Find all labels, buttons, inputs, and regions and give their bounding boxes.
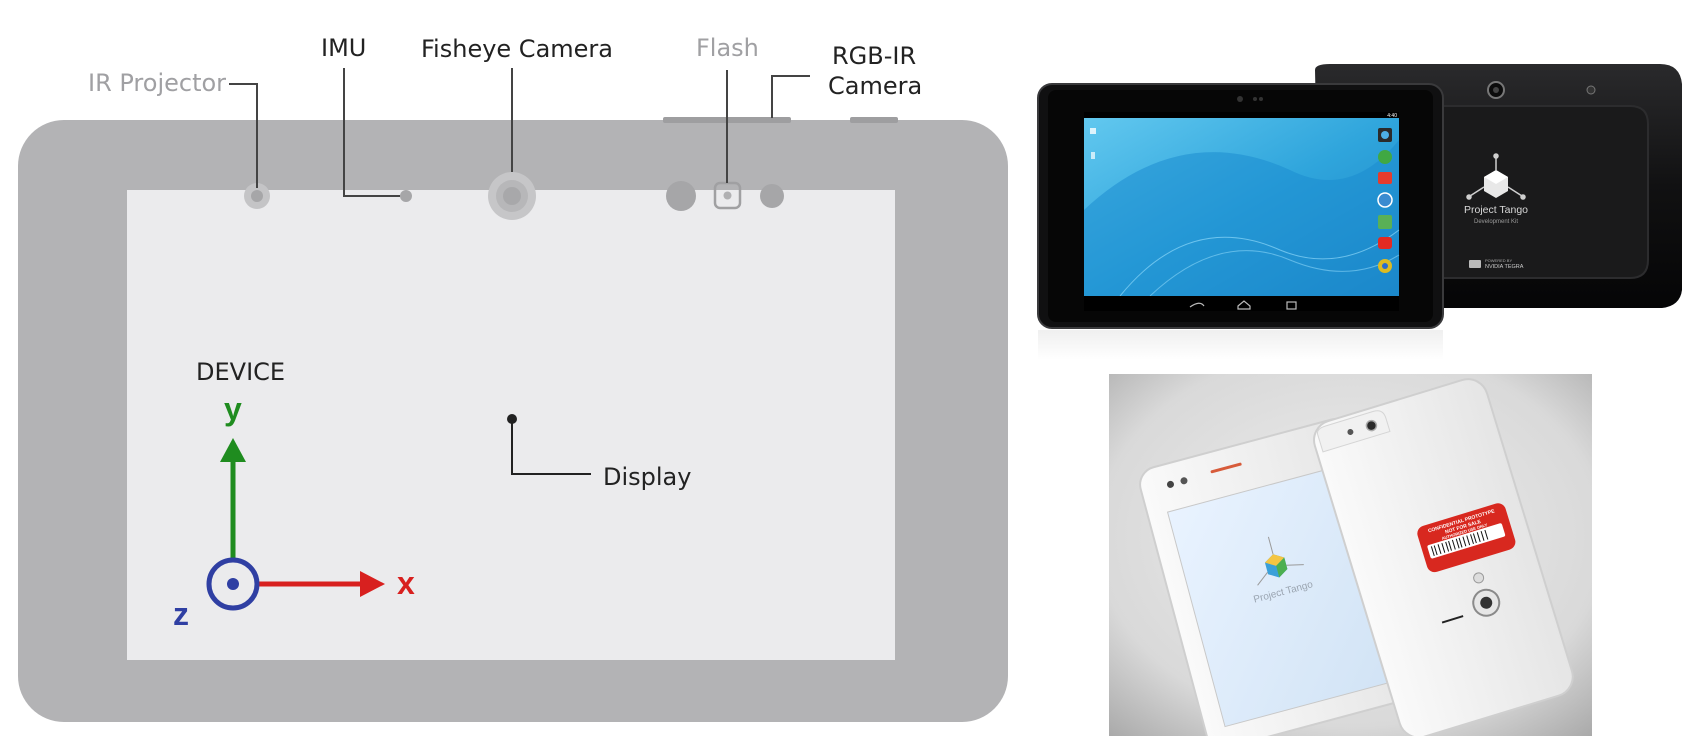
flash-label: Flash [696, 34, 759, 62]
y-axis-label: y [224, 391, 242, 427]
z-axis-label: z [173, 596, 189, 632]
tablet-brand-text: Project Tango [1464, 204, 1528, 216]
rgb-ir-label-line2: Camera [828, 72, 922, 100]
device-label: DEVICE [196, 358, 285, 386]
status-time: 4:40 [1387, 113, 1397, 119]
tablet-subtitle-text: Development Kit [1474, 219, 1518, 225]
tablet-photo: Project Tango Development Kit POWERED BY… [1037, 64, 1682, 360]
powered-by-text: POWERED BY [1485, 258, 1512, 263]
tablet-reflection [1038, 330, 1443, 360]
rgb-ir-label-line1: RGB-IR [832, 42, 916, 70]
extra-sensor [666, 181, 696, 211]
device-diagram: IR Projector IMU Fisheye Camera Flash RG… [18, 34, 1008, 722]
ir-projector-label: IR Projector [88, 69, 226, 97]
x-axis-label: x [397, 565, 415, 601]
fisheye-camera-sensor [488, 172, 536, 220]
display-label: Display [603, 463, 691, 491]
tablet-front: 4:40 [1037, 83, 1444, 329]
top-button-right [850, 117, 898, 123]
fisheye-camera-label: Fisheye Camera [421, 35, 613, 63]
phone-photo: Project Tango CONFIDENTIAL PROTOTYPE NOT… [1109, 374, 1592, 736]
imu-label: IMU [321, 34, 366, 62]
z-axis-dot [227, 578, 239, 590]
imu-sensor [400, 190, 412, 202]
rgb-ir-camera-sensor [760, 184, 784, 208]
nvidia-logo-icon [1469, 260, 1481, 268]
rgb-ir-leader [771, 75, 810, 118]
nvidia-tegra-text: NVIDIA TEGRA [1485, 264, 1524, 270]
